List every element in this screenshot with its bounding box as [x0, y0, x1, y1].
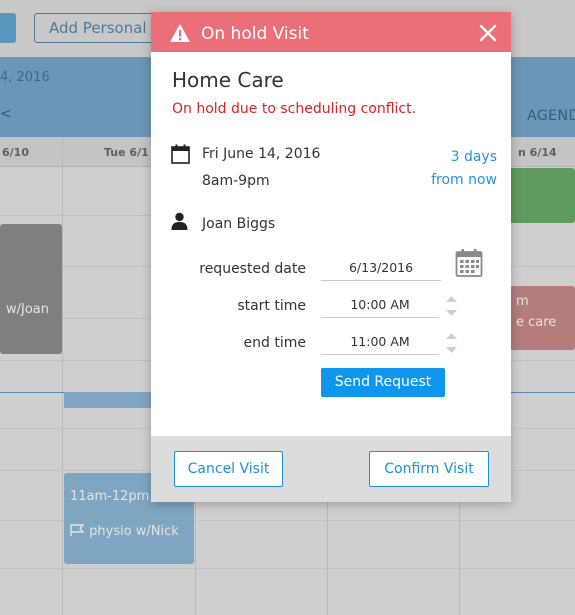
cancel-visit-button[interactable]: Cancel Visit [174, 451, 283, 487]
send-request-button[interactable]: Send Request [321, 368, 445, 397]
on-hold-visit-dialog: On hold Visit Home Care On hold due to s… [151, 12, 511, 502]
agenda-view-tab[interactable]: AGEND [527, 108, 575, 124]
requested-date-field[interactable] [321, 255, 441, 281]
calendar-column-divider [62, 137, 63, 615]
dialog-header: On hold Visit [151, 12, 511, 52]
day-header: n 6/14 [518, 146, 557, 159]
service-name: Home Care [172, 68, 284, 92]
end-time-label: end time [243, 335, 306, 351]
calendar-event[interactable]: m e care [510, 286, 575, 350]
start-time-label: start time [237, 298, 306, 314]
status-message: On hold due to scheduling conflict. [172, 101, 417, 117]
requested-date-label: requested date [199, 261, 306, 277]
event-title-row: physio w/Nick [70, 524, 188, 539]
warning-icon [170, 24, 190, 42]
event-time: m [516, 294, 529, 309]
visit-date: Fri June 14, 2016 [202, 146, 321, 162]
dialog-footer: Cancel Visit Confirm Visit [151, 436, 511, 502]
calendar-prev-arrow[interactable]: < [0, 106, 12, 122]
end-time-spinner-icon[interactable] [442, 327, 461, 361]
start-time-field[interactable] [321, 292, 439, 318]
calendar-icon [171, 144, 190, 164]
caregiver-name: Joan Biggs [202, 216, 276, 232]
relative-date-line: 3 days [450, 149, 497, 165]
flag-icon [70, 524, 85, 536]
relative-date-line: from now [431, 172, 497, 188]
day-header: 6/10 [2, 146, 29, 159]
visit-time-range: 8am-9pm [202, 173, 270, 189]
relative-date: 3 days from now [431, 146, 497, 192]
person-icon [171, 212, 188, 230]
event-title: w/Joan [6, 302, 50, 317]
close-icon[interactable] [478, 23, 498, 43]
dialog-title: On hold Visit [201, 24, 309, 44]
calendar-hour-line [0, 568, 575, 569]
end-time-field[interactable] [321, 329, 439, 355]
toolbar-left-button[interactable] [0, 13, 16, 43]
calendar-event[interactable] [508, 168, 575, 223]
day-header: Tue 6/1 [104, 146, 149, 159]
start-time-spinner-icon[interactable] [442, 290, 461, 324]
event-title: physio w/Nick [89, 524, 179, 539]
calendar-picker-icon[interactable] [455, 248, 483, 278]
calendar-event[interactable]: w/Joan [0, 224, 62, 354]
calendar-date-range: 4, 2016 [0, 70, 50, 85]
confirm-visit-button[interactable]: Confirm Visit [369, 451, 489, 487]
event-title: e care [516, 315, 557, 330]
